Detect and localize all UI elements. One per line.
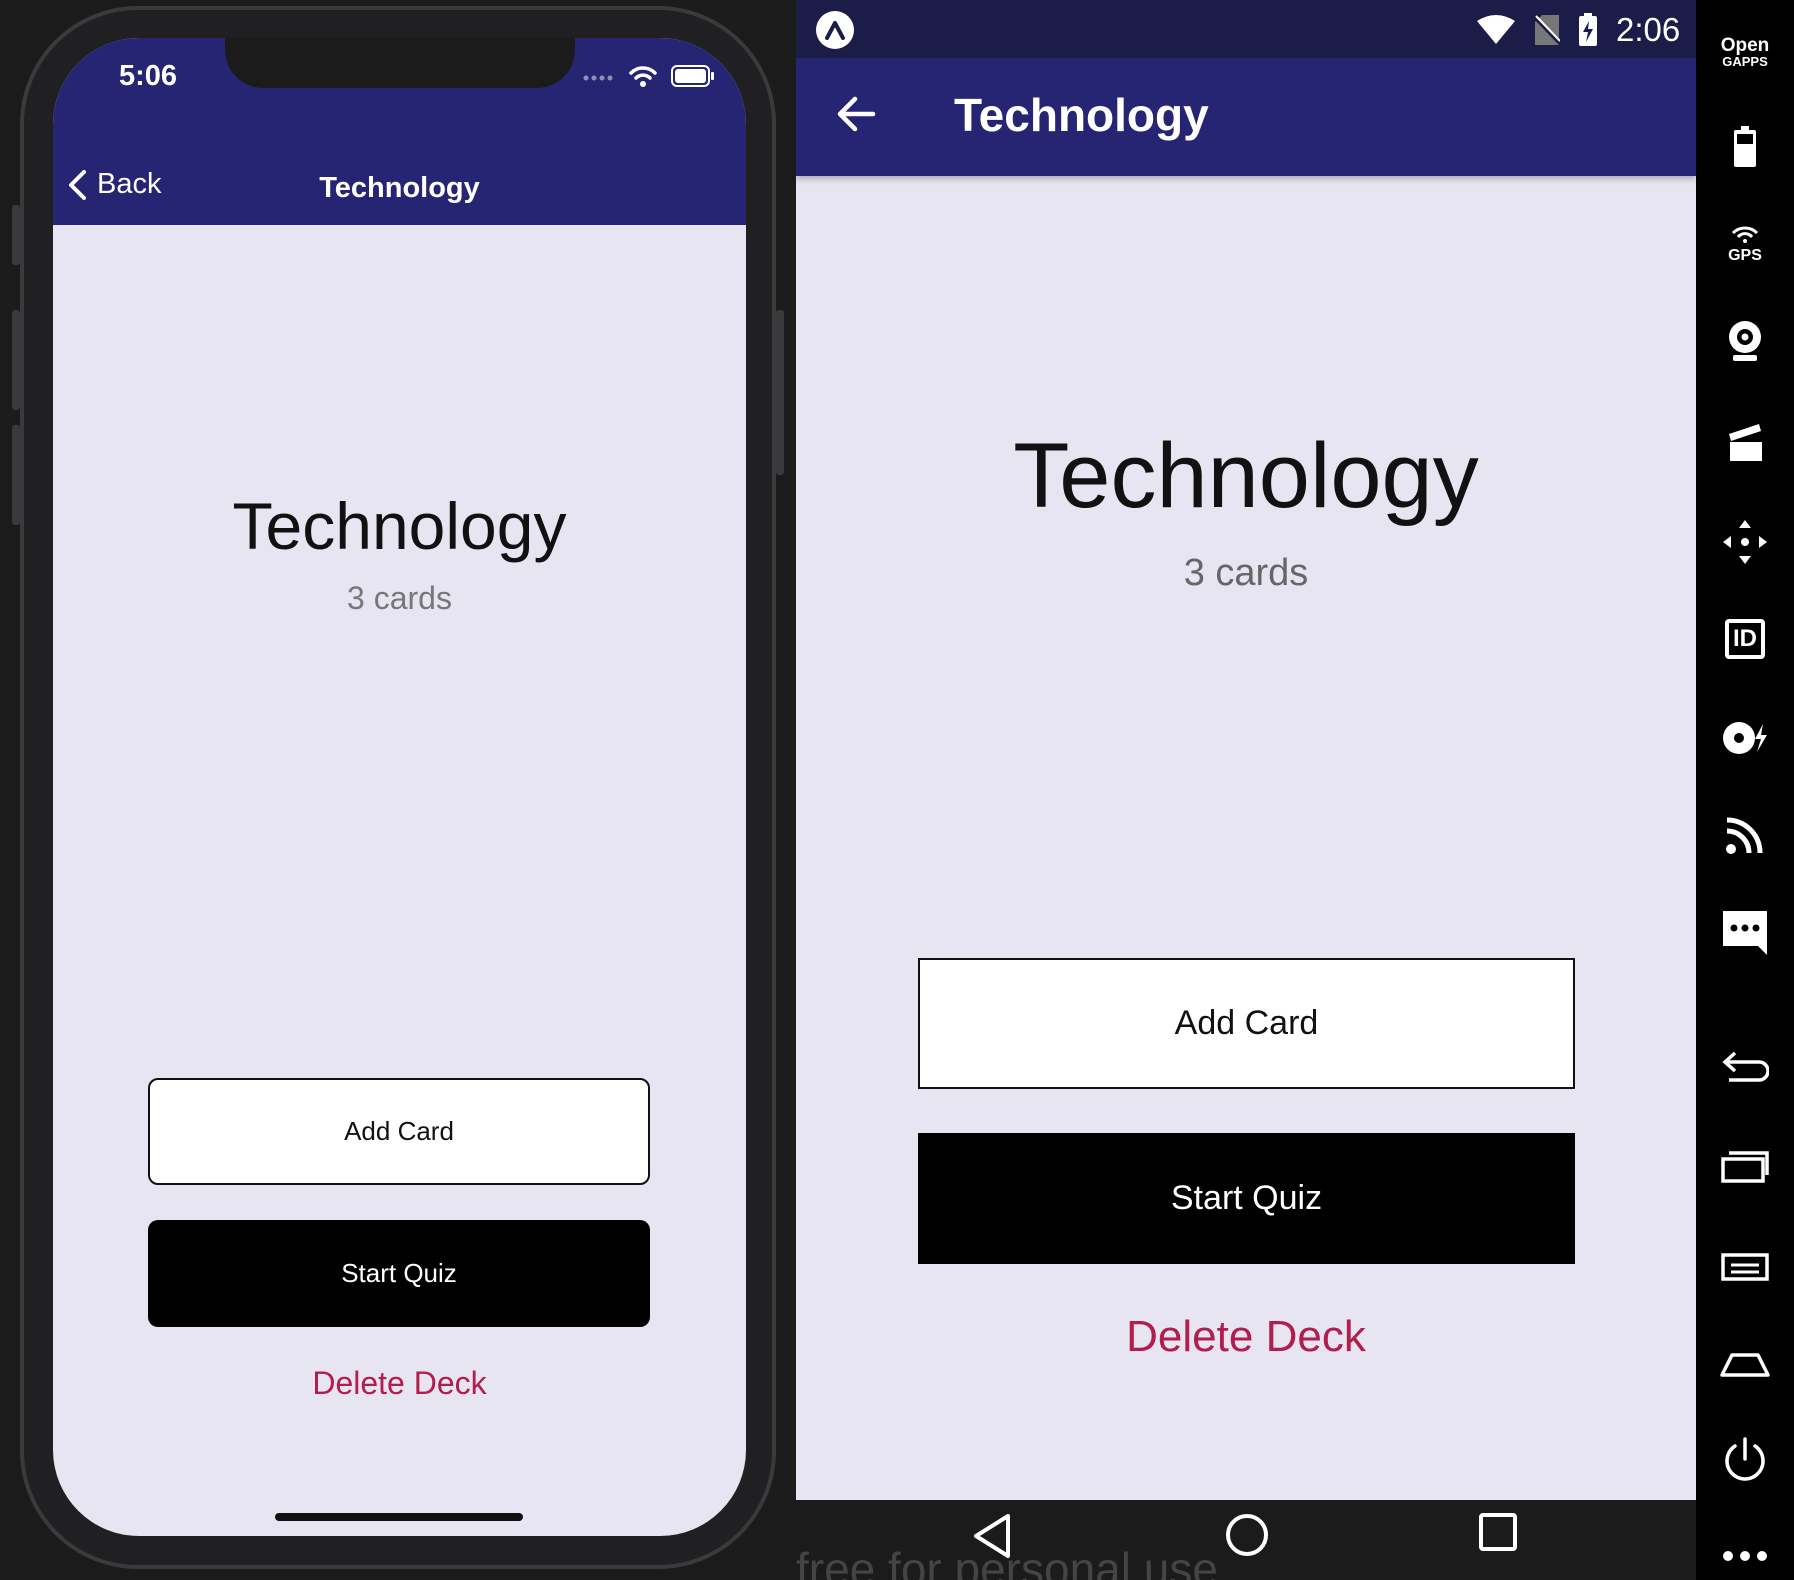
camera-icon[interactable] [1696, 318, 1794, 364]
home-icon[interactable] [1696, 1344, 1794, 1384]
gapps-label-open: Open [1720, 35, 1770, 56]
power-icon[interactable] [1696, 1434, 1794, 1484]
ios-status-icons [583, 60, 715, 92]
id-label: ID [1725, 619, 1765, 659]
back-arrow-icon[interactable] [836, 94, 876, 134]
more-icon[interactable] [1696, 1542, 1794, 1570]
ios-status-time: 5:06 [119, 60, 178, 92]
cast-icon[interactable] [1696, 812, 1794, 858]
wifi-icon [629, 66, 657, 87]
open-gapps-icon[interactable]: Open GAPPS [1696, 32, 1794, 72]
nav-back-icon[interactable] [971, 1512, 1013, 1560]
home-indicator[interactable] [275, 1513, 523, 1521]
card-count: 3 cards [1183, 552, 1309, 594]
gps-label: GPS [1728, 246, 1762, 264]
android-status-icons: 2:06 [1476, 11, 1681, 48]
disk-icon[interactable] [1696, 716, 1794, 760]
menu-icon[interactable] [1696, 1246, 1794, 1286]
delete-deck-button[interactable]: Delete Deck [53, 1365, 746, 1402]
add-card-button[interactable]: Add Card [918, 958, 1575, 1089]
recent-apps-icon[interactable] [1696, 1146, 1794, 1186]
android-status-bar: 2:06 [796, 0, 1696, 58]
start-quiz-button[interactable]: Start Quiz [148, 1220, 650, 1327]
add-card-button[interactable]: Add Card [148, 1078, 650, 1185]
android-navigation-bar: free for personal use [796, 1500, 1696, 1580]
start-quiz-button[interactable]: Start Quiz [918, 1133, 1575, 1264]
android-status-time: 2:06 [1616, 11, 1681, 48]
deck-title: Technology [1013, 425, 1479, 527]
media-icon[interactable] [1696, 418, 1794, 464]
silent-switch [12, 205, 20, 265]
deck-title: Technology [232, 489, 567, 563]
move-icon[interactable] [1696, 518, 1794, 566]
nav-title: Technology [319, 172, 480, 204]
android-screen: 2:06 Technology Technology 3 cards Add C… [796, 0, 1696, 1500]
no-sim-icon [1534, 15, 1560, 46]
wifi-icon [1477, 15, 1515, 44]
power-button [776, 310, 784, 475]
gps-icon[interactable]: GPS [1696, 222, 1794, 266]
signal-icon [583, 75, 613, 81]
expo-logo-icon [816, 11, 854, 49]
gapps-label-gapps: GAPPS [1722, 54, 1768, 69]
volume-down-button [12, 425, 20, 525]
emulator-sidebar: Open GAPPS GPS ID [1696, 0, 1794, 1580]
nav-recent-apps-icon[interactable] [1478, 1512, 1518, 1552]
ios-navigation-header: 5:06 Back Technology [53, 38, 746, 225]
android-toolbar: Technology [796, 58, 1696, 176]
ios-screen: 5:06 Back Technology Technology 3 cards … [53, 38, 746, 1536]
back-icon[interactable] [1696, 1046, 1794, 1086]
delete-deck-button[interactable]: Delete Deck [796, 1312, 1696, 1362]
battery-charging-icon [1579, 13, 1597, 46]
battery-icon[interactable] [1696, 125, 1794, 169]
id-icon[interactable]: ID [1696, 614, 1794, 664]
notch [225, 38, 575, 88]
volume-up-button [12, 310, 20, 410]
toolbar-title: Technology [954, 89, 1209, 141]
ios-nav-bar: Back Technology [53, 168, 746, 218]
battery-icon [671, 65, 714, 87]
nav-home-icon[interactable] [1224, 1512, 1270, 1558]
card-count: 3 cards [347, 580, 452, 616]
message-icon[interactable] [1696, 908, 1794, 958]
